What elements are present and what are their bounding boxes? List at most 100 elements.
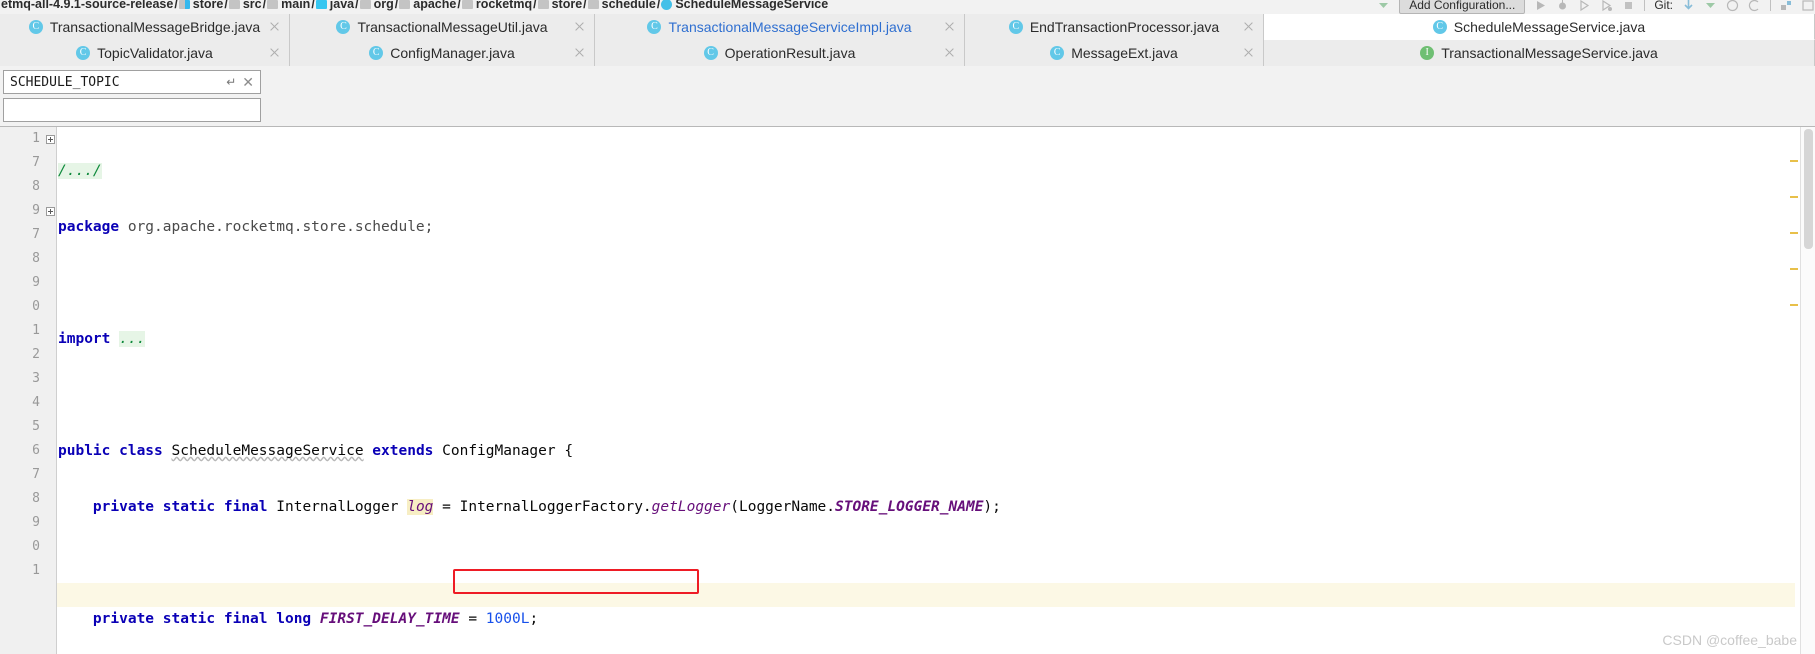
tab-close-icon[interactable] <box>1243 47 1254 58</box>
breadcrumb-item-class[interactable]: ScheduleMessageService <box>660 0 829 11</box>
breadcrumb-item-apache[interactable]: apache <box>398 0 457 11</box>
search-everywhere-icon[interactable] <box>1802 0 1815 12</box>
structure-icon[interactable] <box>1780 0 1793 12</box>
find-replace-panel: SCHEDULE_TOPIC ↵ ✕ ALL II <box>0 66 1815 187</box>
line-number: 7 <box>32 155 40 170</box>
breadcrumb-label: store <box>551 0 583 11</box>
breadcrumb-label: apache <box>413 0 457 11</box>
tab-close-icon[interactable] <box>944 47 955 58</box>
class-icon: C <box>1008 20 1023 34</box>
line-number: 1 <box>32 131 40 146</box>
line-number-gutter[interactable]: 1 7 8 9 7 8 9 0 1 2 3 4 5 6 7 8 9 0 1 <box>0 127 45 654</box>
code-line: package org.apache.rocketmq.store.schedu… <box>58 219 434 235</box>
breadcrumb-item-src[interactable]: src <box>228 0 263 11</box>
warning-marker[interactable] <box>1790 196 1798 198</box>
warning-marker[interactable] <box>1790 304 1798 306</box>
line-number: 9 <box>32 203 40 218</box>
debug-icon[interactable] <box>1556 0 1569 12</box>
breadcrumb-item-java[interactable]: java <box>315 0 355 11</box>
toolbar-divider <box>1644 0 1646 11</box>
toolbar-divider <box>1770 0 1771 11</box>
breadcrumb-item-store[interactable]: store <box>178 0 225 11</box>
tab-schedulemessageservice[interactable]: C ScheduleMessageService.java <box>1264 14 1815 40</box>
search-input[interactable]: SCHEDULE_TOPIC ↵ ✕ <box>3 70 261 94</box>
editor-marker-scrollbar[interactable] <box>1800 127 1815 654</box>
code-line: public class ScheduleMessageService exte… <box>58 443 574 459</box>
fold-toggle-icon[interactable] <box>46 135 55 144</box>
breadcrumb-item-main[interactable]: main <box>266 0 311 11</box>
stop-icon[interactable] <box>1622 0 1635 12</box>
add-configuration-button[interactable]: Add Configuration... <box>1399 0 1526 14</box>
tab-messageext[interactable]: C MessageExt.java <box>965 40 1264 66</box>
class-icon: C <box>703 46 718 60</box>
breadcrumb-label: ScheduleMessageService <box>675 0 829 11</box>
tab-transactionalmessageutil[interactable]: C TransactionalMessageUtil.java <box>290 14 595 40</box>
watermark: CSDN @coffee_babe <box>1662 632 1797 648</box>
breadcrumb-item-project[interactable]: etmq-all-4.9.1-source-release <box>0 0 174 11</box>
line-number: 7 <box>32 467 40 482</box>
breadcrumb-item-org[interactable]: org <box>359 0 395 11</box>
code-content[interactable]: /.../ package org.apache.rocketmq.store.… <box>58 127 1815 654</box>
tab-label: TopicValidator.java <box>97 45 213 61</box>
warning-marker[interactable] <box>1790 232 1798 234</box>
tab-close-icon[interactable] <box>1243 21 1254 32</box>
breadcrumb-label: etmq-all-4.9.1-source-release <box>1 0 174 11</box>
breadcrumb-label: src <box>242 0 262 11</box>
tab-label: TransactionalMessageService.java <box>1441 45 1658 61</box>
code-editor[interactable]: 1 7 8 9 7 8 9 0 1 2 3 4 5 6 7 8 9 0 1 /.… <box>0 127 1815 654</box>
breadcrumb-label: java <box>329 0 355 11</box>
breadcrumb-item-rocketmq[interactable]: rocketmq <box>461 0 533 11</box>
tab-close-icon[interactable] <box>574 21 585 32</box>
tab-close-icon[interactable] <box>269 21 280 32</box>
navigation-bar: etmq-all-4.9.1-source-release / store / … <box>0 0 1815 15</box>
tab-topicvalidator[interactable]: C TopicValidator.java <box>0 40 290 66</box>
replace-input[interactable] <box>3 98 261 122</box>
breadcrumb-item-store-pkg[interactable]: store <box>537 0 584 11</box>
line-number: 7 <box>32 227 40 242</box>
warning-marker[interactable] <box>1790 160 1798 162</box>
tab-endtransactionprocessor[interactable]: C EndTransactionProcessor.java <box>965 14 1264 40</box>
tab-transactionalmessageserviceimpl[interactable]: C TransactionalMessageServiceImpl.java <box>595 14 965 40</box>
code-line: private static final InternalLogger log … <box>92 499 1001 515</box>
fold-toggle-icon[interactable] <box>46 207 55 216</box>
code-line-text: /.../ <box>58 163 102 179</box>
update-project-icon[interactable] <box>1682 0 1695 12</box>
line-number: 8 <box>32 491 40 506</box>
tab-transactionalmessageservice[interactable]: I TransactionalMessageService.java <box>1264 40 1815 66</box>
run-with-coverage-icon[interactable] <box>1578 0 1591 12</box>
history-icon[interactable] <box>1726 0 1739 12</box>
enter-icon[interactable]: ↵ <box>226 75 236 89</box>
tab-operationresult[interactable]: C OperationResult.java <box>595 40 965 66</box>
commit-icon[interactable] <box>1704 0 1717 12</box>
tab-close-icon[interactable] <box>944 21 955 32</box>
folder-icon <box>399 0 411 9</box>
java-source-folder-icon <box>315 0 327 9</box>
line-number: 5 <box>32 419 40 434</box>
class-icon: C <box>369 46 384 60</box>
tab-transactionalmessagebridge[interactable]: C TransactionalMessageBridge.java <box>0 14 290 40</box>
class-icon: C <box>647 20 662 34</box>
rollback-icon[interactable] <box>1748 0 1761 12</box>
folder-icon <box>461 0 473 9</box>
line-number: 3 <box>32 371 40 386</box>
tab-close-icon[interactable] <box>574 47 585 58</box>
warning-marker[interactable] <box>1790 268 1798 270</box>
run-icon[interactable] <box>1534 0 1547 12</box>
source-folder-icon <box>178 0 190 9</box>
tab-configmanager[interactable]: C ConfigManager.java <box>290 40 595 66</box>
tab-close-icon[interactable] <box>269 47 280 58</box>
breadcrumb-label: org <box>373 0 394 11</box>
profile-icon[interactable] <box>1600 0 1613 12</box>
chevron-down-icon[interactable] <box>1377 0 1390 12</box>
clear-search-icon[interactable]: ✕ <box>242 75 254 89</box>
line-number: 2 <box>32 347 40 362</box>
scrollbar-thumb[interactable] <box>1804 129 1813 249</box>
class-icon: C <box>1050 46 1065 60</box>
tab-label: TransactionalMessageUtil.java <box>357 19 548 35</box>
breadcrumb-label: store <box>192 0 224 11</box>
class-icon: C <box>28 20 43 34</box>
breadcrumb-item-schedule[interactable]: schedule <box>587 0 657 11</box>
breadcrumb-label: schedule <box>601 0 656 11</box>
